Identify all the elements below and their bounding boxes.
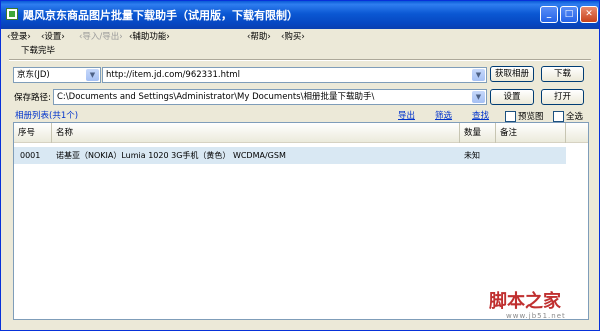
row-count: 未知 (464, 151, 480, 160)
chevron-down-icon: ▼ (472, 69, 485, 81)
download-button[interactable]: 下载 (541, 66, 584, 82)
menu-bar: ‹登录› ‹设置› ‹导入/导出› ‹辅助功能› ‹帮助› ‹购买› (1, 29, 599, 42)
status-text: 下载完毕 (21, 46, 56, 56)
open-folder-button[interactable]: 打开 (541, 89, 584, 105)
column-note[interactable]: 备注 (496, 123, 566, 143)
divider (9, 59, 591, 61)
column-count[interactable]: 数量 (460, 123, 496, 143)
menu-buy[interactable]: ‹购买› (281, 30, 305, 42)
app-icon (6, 8, 18, 20)
chevron-down-icon: ▼ (472, 91, 485, 103)
window-title: 飓风京东商品图片批量下载助手（试用版，下载有限制） (23, 9, 298, 22)
close-button[interactable]: ✕ (580, 6, 598, 23)
menu-help[interactable]: ‹帮助› (247, 30, 271, 42)
save-path-label: 保存路径: (14, 93, 51, 103)
url-input[interactable]: http://item.jd.com/962331.html ▼ (102, 67, 487, 83)
watermark-url: www.jb51.net (506, 312, 566, 320)
minimize-button[interactable]: _ (540, 6, 558, 23)
select-all-checkbox[interactable] (553, 111, 564, 122)
watermark-logo: 脚本之家 (489, 291, 561, 312)
menu-login[interactable]: ‹登录› (7, 30, 31, 42)
export-link[interactable]: 导出 (398, 109, 415, 121)
site-select[interactable]: 京东(JD) ▼ (13, 67, 101, 83)
table-header: 序号 名称 数量 备注 (14, 123, 588, 143)
get-album-button[interactable]: 获取相册 (490, 66, 534, 82)
row-name: 诺基亚（NOKIA）Lumia 1020 3G手机（黄色） WCDMA/GSM (56, 151, 286, 160)
preview-label: 预览图 (518, 112, 544, 122)
menu-import-export: ‹导入/导出› (79, 32, 123, 42)
select-all-label: 全选 (566, 112, 584, 122)
title-bar[interactable]: 飓风京东商品图片批量下载助手（试用版，下载有限制） _ □ ✕ (1, 1, 599, 29)
column-index[interactable]: 序号 (14, 123, 52, 143)
find-link[interactable]: 查找 (472, 109, 489, 121)
settings-button[interactable]: 设置 (490, 89, 534, 105)
maximize-button[interactable]: □ (560, 6, 578, 23)
album-list-title: 相册列表(共1个) (15, 111, 79, 121)
row-index: 0001 (20, 151, 41, 160)
app-window: 飓风京东商品图片批量下载助手（试用版，下载有限制） _ □ ✕ ‹登录› ‹设置… (0, 0, 600, 331)
menu-settings[interactable]: ‹设置› (41, 30, 65, 42)
table-row[interactable]: 0001 诺基亚（NOKIA）Lumia 1020 3G手机（黄色） WCDMA… (14, 147, 566, 164)
chevron-down-icon: ▼ (86, 69, 99, 81)
save-path-input[interactable]: C:\Documents and Settings\Administrator\… (53, 89, 487, 105)
filter-link[interactable]: 筛选 (435, 109, 452, 121)
column-name[interactable]: 名称 (52, 123, 460, 143)
menu-assist[interactable]: ‹辅助功能› (129, 30, 170, 42)
preview-checkbox[interactable] (505, 111, 516, 122)
